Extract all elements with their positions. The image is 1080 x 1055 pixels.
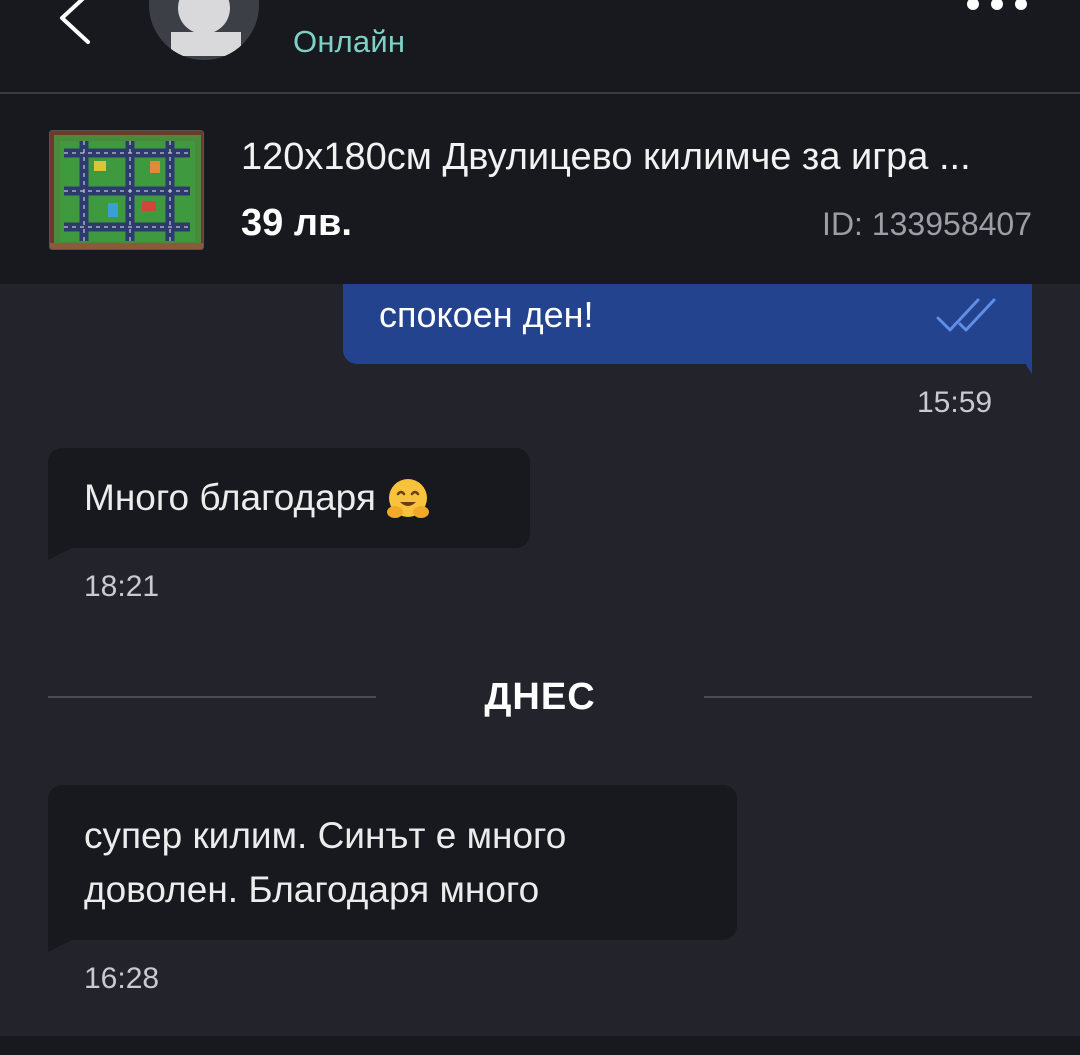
product-thumbnail — [49, 130, 204, 250]
bubble-tail — [1010, 340, 1032, 374]
message-text: супер килим. Синът е много доволен. Благ… — [84, 815, 567, 910]
back-button[interactable] — [52, 0, 102, 46]
bubble-tail — [48, 940, 72, 952]
bubble-tail — [48, 548, 72, 560]
chevron-left-icon — [60, 0, 90, 44]
message-time: 18:21 — [84, 570, 160, 603]
product-card[interactable]: 120x180см Двулицево килимче за игра ... … — [0, 94, 1080, 284]
product-price: 39 лв. — [241, 202, 352, 244]
product-id: ID: 133958407 — [822, 206, 1032, 242]
chat-header: Онлайн — [0, 0, 1080, 92]
more-dots-icon — [967, 0, 1027, 10]
incoming-message-bubble[interactable]: супер килим. Синът е много доволен. Благ… — [48, 785, 737, 940]
user-avatar-icon — [149, 0, 259, 60]
double-check-icon — [936, 298, 996, 332]
message-text: Много благодаря — [84, 477, 376, 518]
incoming-message-bubble[interactable]: Много благодаря — [48, 448, 530, 548]
play-mat-image-icon — [50, 131, 203, 249]
message-input-bar[interactable] — [0, 1036, 1080, 1055]
more-options-button[interactable] — [962, 0, 1032, 20]
separator-line-right — [704, 696, 1032, 698]
message-time: 16:28 — [84, 962, 160, 995]
outgoing-message-bubble[interactable]: спокоен ден! — [343, 284, 1032, 364]
message-content: Много благодаря — [84, 471, 432, 525]
separator-line-left — [48, 696, 376, 698]
message-text: спокоен ден! — [379, 294, 594, 335]
message-time: 15:59 — [917, 386, 993, 419]
date-separator: ДНЕС — [484, 676, 596, 718]
online-status: Онлайн — [293, 24, 406, 59]
hugging-face-emoji-icon — [386, 479, 429, 519]
avatar[interactable] — [149, 0, 259, 60]
product-title: 120x180см Двулицево килимче за игра ... — [241, 136, 971, 178]
